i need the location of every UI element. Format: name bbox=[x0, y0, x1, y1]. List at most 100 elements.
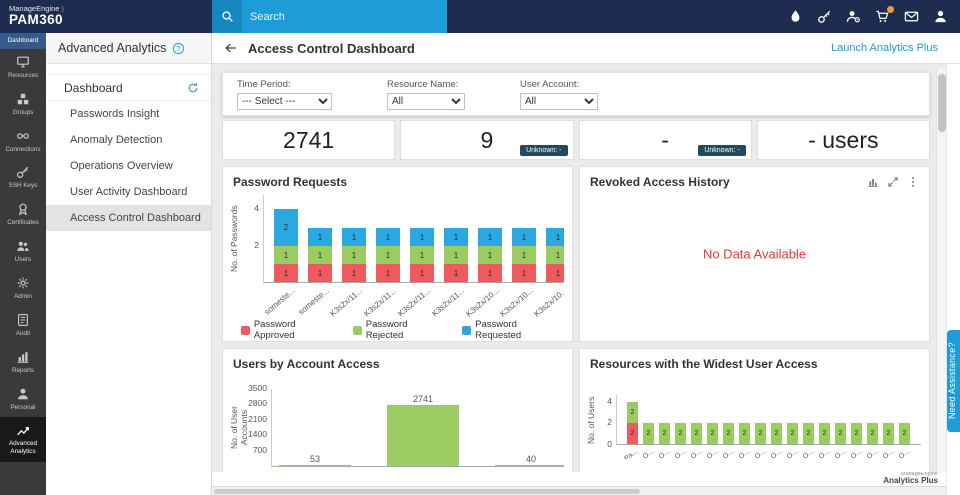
vertical-scrollbar-thumb[interactable] bbox=[938, 74, 946, 132]
widest-access-chart: No. of Users0242222222222222222222Pa...O… bbox=[580, 373, 929, 459]
stat-card-4[interactable]: - users bbox=[757, 120, 930, 160]
sidebar-item-certificates[interactable]: Certificates bbox=[0, 196, 46, 233]
page-title: Access Control Dashboard bbox=[248, 41, 415, 56]
sidebar-item-ssh-keys[interactable]: SSH Keys bbox=[0, 159, 46, 196]
card-title-users-by-account: Users by Account Access bbox=[233, 357, 380, 371]
topbar: ManageEngine ) PAM360 bbox=[0, 0, 960, 33]
more-options-icon[interactable] bbox=[907, 176, 919, 188]
bar-segment: 1 bbox=[444, 228, 468, 246]
admin-user-icon[interactable] bbox=[846, 9, 861, 24]
time-period-select[interactable]: --- Select --- bbox=[237, 93, 332, 110]
sidebar-item-advanced-analytics[interactable]: Advanced Analytics bbox=[0, 417, 46, 462]
user-account-select[interactable]: All bbox=[520, 93, 598, 110]
bar-segment: 2 bbox=[274, 209, 298, 246]
search-input[interactable] bbox=[242, 11, 447, 23]
x-axis-label: K3s2x/10... bbox=[498, 286, 534, 317]
bar-value-label: 40 bbox=[495, 454, 564, 464]
card-title-password-requests: Password Requests bbox=[233, 175, 347, 189]
sidebar-item-groups[interactable]: Groups bbox=[0, 86, 46, 123]
sidebar-item-personal[interactable]: Personal bbox=[0, 381, 46, 418]
stat-card-3[interactable]: -Unknown: - bbox=[579, 120, 752, 160]
launch-analytics-plus-link[interactable]: Launch Analytics Plus bbox=[831, 42, 948, 54]
bar: 111 bbox=[342, 228, 366, 282]
bar-segment: 1 bbox=[308, 228, 332, 246]
bar-segment bbox=[279, 465, 351, 466]
horizontal-scrollbar[interactable] bbox=[212, 486, 946, 495]
stat-value: - users bbox=[808, 127, 878, 154]
nav-section-dashboard[interactable]: Dashboard bbox=[46, 74, 211, 101]
legend-item-password-requested[interactable]: Password Requested bbox=[462, 319, 564, 341]
brand-logo[interactable]: ManageEngine ) PAM360 bbox=[0, 0, 212, 33]
bar-segment: 1 bbox=[444, 264, 468, 282]
x-axis-label: O... bbox=[802, 448, 815, 459]
legend-item-password-approved[interactable]: Password Approved bbox=[241, 319, 337, 341]
bar-segment: 1 bbox=[410, 246, 434, 264]
right-edge-strip: Need Assistance? bbox=[946, 64, 960, 495]
certificates-icon bbox=[16, 202, 30, 216]
x-axis-label: O... bbox=[642, 448, 655, 459]
sidebar-item-dashboard[interactable]: Dashboard bbox=[0, 33, 46, 49]
sidebar: DashboardResourcesGroupsConnectionsSSH K… bbox=[0, 33, 46, 495]
nav-item-access-control-dashboard[interactable]: Access Control Dashboard bbox=[46, 205, 211, 231]
bar: 40 bbox=[495, 454, 564, 466]
filter-time-period: Time Period:--- Select --- bbox=[237, 78, 332, 110]
bar-segment: 2 bbox=[835, 423, 846, 444]
x-axis-label: O... bbox=[738, 448, 751, 459]
nav-item-user-activity-dashboard[interactable]: User Activity Dashboard bbox=[46, 179, 211, 205]
password-key-icon[interactable] bbox=[817, 9, 832, 24]
sidebar-item-connections[interactable]: Connections bbox=[0, 123, 46, 160]
stat-card-2[interactable]: 9Unknown: - bbox=[400, 120, 573, 160]
bar-value-label: 53 bbox=[279, 454, 351, 464]
stat-card-1[interactable]: 2741 bbox=[222, 120, 395, 160]
legend-item-password-rejected[interactable]: Password Rejected bbox=[353, 319, 446, 341]
bar-segment: 1 bbox=[546, 246, 564, 264]
x-axis-label: someste... bbox=[297, 286, 331, 317]
sidebar-item-users[interactable]: Users bbox=[0, 233, 46, 270]
widest-user-access-card: Resources with the Widest User Access No… bbox=[579, 348, 930, 472]
personal-icon bbox=[16, 387, 30, 401]
resources-icon bbox=[16, 55, 30, 69]
y-axis-label: No. of Passwords bbox=[229, 195, 241, 283]
account-icon[interactable] bbox=[933, 9, 948, 24]
bar: 2 bbox=[659, 423, 670, 444]
chart-type-icon[interactable] bbox=[867, 176, 879, 188]
bar-segment: 1 bbox=[342, 246, 366, 264]
nav-item-operations-overview[interactable]: Operations Overview bbox=[46, 153, 211, 179]
analytics-nav-panel: Advanced Analytics ? Dashboard Passwords… bbox=[46, 33, 212, 495]
bar-segment: 2 bbox=[883, 423, 894, 444]
bar-segment: 2 bbox=[803, 423, 814, 444]
horizontal-scrollbar-thumb[interactable] bbox=[214, 489, 640, 494]
sidebar-item-reports[interactable]: Reports bbox=[0, 344, 46, 381]
nav-item-passwords-insight[interactable]: Passwords Insight bbox=[46, 101, 211, 127]
x-axis-label: O... bbox=[706, 448, 719, 459]
resource-name-select[interactable]: All bbox=[387, 93, 465, 110]
nav-item-anomaly-detection[interactable]: Anomaly Detection bbox=[46, 127, 211, 153]
expand-icon[interactable] bbox=[887, 176, 899, 188]
stat-value: 2741 bbox=[283, 127, 334, 154]
users-icon bbox=[16, 239, 30, 253]
password-requests-card: Password Requests No. of Passwords241121… bbox=[222, 166, 573, 342]
sidebar-item-admin[interactable]: Admin bbox=[0, 270, 46, 307]
analytics-plus-brand: ManageEngine Analytics Plus bbox=[212, 472, 946, 486]
help-icon[interactable]: ? bbox=[172, 42, 185, 55]
sidebar-item-audit[interactable]: Audit bbox=[0, 307, 46, 344]
dashboard-content: Time Period:--- Select ---Resource Name:… bbox=[212, 64, 946, 472]
nav-section-label: Dashboard bbox=[64, 81, 123, 95]
notifications-flame-icon[interactable] bbox=[788, 9, 803, 24]
sidebar-item-resources[interactable]: Resources bbox=[0, 49, 46, 86]
bar-segment: 1 bbox=[410, 264, 434, 282]
need-assistance-tab[interactable]: Need Assistance? bbox=[947, 330, 960, 432]
bar: 111 bbox=[410, 228, 434, 282]
panel-title: Advanced Analytics bbox=[58, 41, 166, 55]
x-axis-label: K3s2x/11... bbox=[363, 286, 399, 317]
x-axis-label: K3s2x/10... bbox=[464, 286, 500, 317]
chart-legend: Password Approved Password Rejected Passwo… bbox=[241, 319, 564, 341]
refresh-icon[interactable] bbox=[187, 82, 199, 94]
cart-icon[interactable] bbox=[875, 9, 890, 24]
bar-segment: 2 bbox=[675, 423, 686, 444]
users-by-account-access-card: Users by Account Access No. of User Acco… bbox=[222, 348, 573, 472]
mail-icon[interactable] bbox=[904, 9, 919, 24]
vertical-scrollbar[interactable] bbox=[936, 68, 946, 472]
bar: 2 bbox=[691, 423, 702, 444]
back-arrow-icon[interactable] bbox=[224, 41, 238, 55]
